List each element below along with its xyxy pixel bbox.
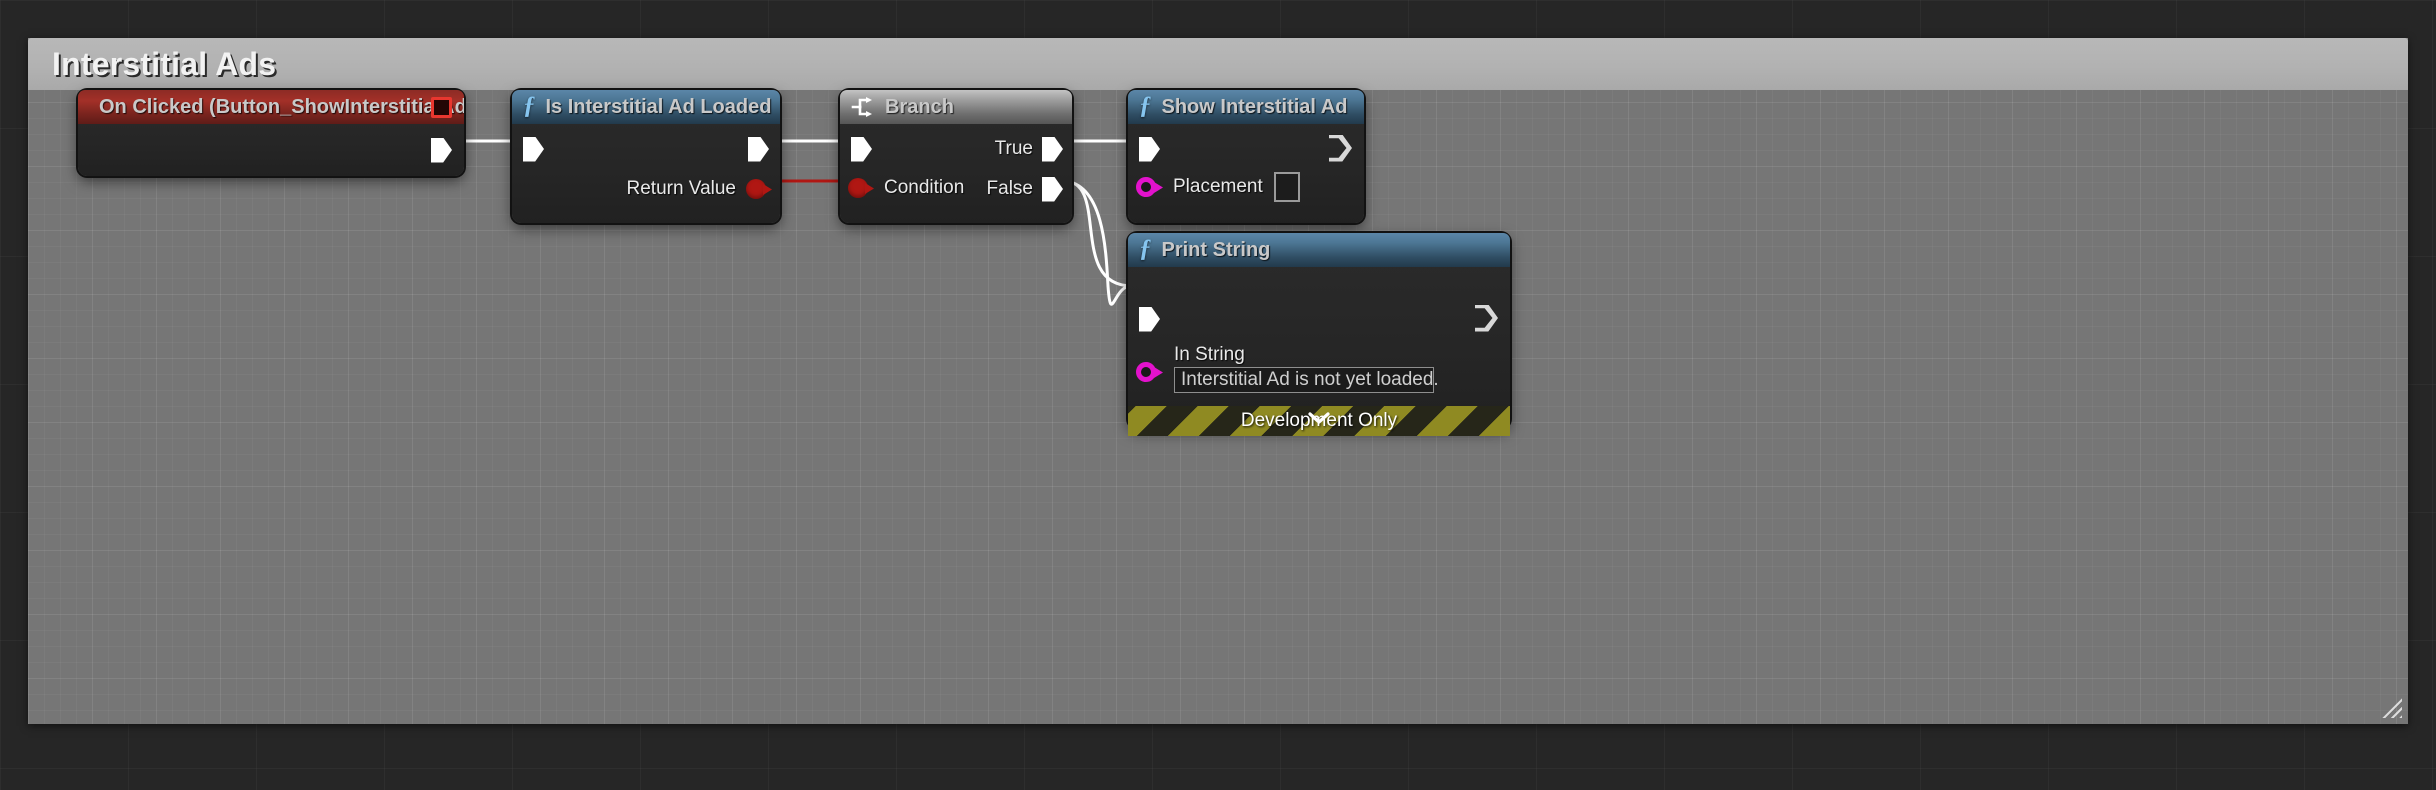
resize-grip-icon[interactable] [2382,698,2402,718]
bool-out-pin-icon[interactable] [746,178,772,200]
pin-in-string[interactable] [1136,359,1163,385]
node-body-show-ad: Placement [1128,124,1364,223]
pin-exec-in[interactable] [1139,306,1160,332]
pin-label-in-string: In String [1174,344,1245,365]
exec-out-false-pin-icon[interactable] [1042,176,1063,202]
pin-label-false: False [986,178,1033,199]
node-body-branch: Condition True False [840,124,1072,223]
string-in-pin-icon[interactable] [1136,176,1163,198]
pin-exec-out[interactable] [431,137,452,163]
function-f-icon: ƒ [1139,235,1152,262]
page-title: Interstitial Ads [52,46,277,82]
node-on-clicked-event[interactable]: On Clicked (Button_ShowInterstitialAd) [78,90,464,176]
exec-in-pin-icon[interactable] [523,136,544,162]
exec-in-pin-icon[interactable] [851,136,872,162]
node-branch[interactable]: Branch Condition True False [840,90,1072,223]
node-is-interstitial-ad-loaded[interactable]: ƒ Is Interstitial Ad Loaded Return Value [512,90,780,223]
node-body-on-clicked [78,124,464,176]
node-print-string[interactable]: ƒ Print String In String Interstitial Ad… [1128,233,1510,436]
exec-out-true-pin-icon[interactable] [1042,136,1063,162]
pin-exec-out[interactable] [1475,304,1498,332]
chevron-down-icon[interactable] [1306,411,1332,425]
exec-in-pin-icon[interactable] [1139,306,1160,332]
function-f-icon: ƒ [523,92,536,119]
pin-exec-out[interactable] [1329,134,1352,162]
pin-return-value[interactable]: Return Value [626,176,772,202]
pin-label-true: True [994,138,1033,159]
function-f-icon: ƒ [1139,92,1152,119]
pin-true[interactable]: True [995,136,1063,162]
node-header-print-string[interactable]: ƒ Print String [1128,233,1510,267]
node-header-is-loaded[interactable]: ƒ Is Interstitial Ad Loaded [512,90,780,124]
placement-value-input[interactable] [1273,172,1300,202]
blueprint-graph-panel[interactable]: Interstitial Ads On Clicked (Button_Show… [28,38,2408,724]
pin-exec-in[interactable] [851,136,872,162]
blueprint-editor-root: Interstitial Ads On Clicked (Button_Show… [0,0,2436,790]
wire-exec-false-to-printstring-main [1063,179,1133,288]
pin-exec-out[interactable] [748,136,769,162]
node-body-is-loaded: Return Value [512,124,780,223]
node-title: Is Interstitial Ad Loaded [545,95,772,118]
branch-icon [851,96,875,118]
pin-label-condition: Condition [884,177,965,198]
pin-label-return-value: Return Value [626,178,737,199]
exec-out-unconnected-pin-icon[interactable] [1329,134,1352,162]
stop-square-icon[interactable] [431,97,452,118]
wire-exec-false-to-printstring [1063,179,1133,306]
bool-in-pin-icon[interactable] [848,177,874,199]
pin-placement[interactable]: Placement [1136,172,1300,202]
exec-out-pin-icon[interactable] [748,136,769,162]
node-header-show-ad[interactable]: ƒ Show Interstitial Ad [1128,90,1364,124]
node-title: Show Interstitial Ad [1161,95,1348,118]
pin-exec-in[interactable] [1139,136,1160,162]
pin-condition[interactable]: Condition [848,175,964,201]
exec-in-pin-icon[interactable] [1139,136,1160,162]
exec-out-pin-icon[interactable] [431,137,452,163]
pin-false[interactable]: False [987,176,1063,202]
node-show-interstitial-ad[interactable]: ƒ Show Interstitial Ad Placement [1128,90,1364,223]
node-title: Print String [1161,238,1271,261]
pin-exec-in[interactable] [523,136,544,162]
graph-header-bar: Interstitial Ads [28,38,2408,90]
node-body-print-string: In String Interstitial Ad is not yet loa… [1128,267,1510,436]
node-header-branch[interactable]: Branch [840,90,1072,124]
in-string-value-input[interactable]: Interstitial Ad is not yet loaded. [1174,367,1439,393]
node-header-on-clicked[interactable]: On Clicked (Button_ShowInterstitialAd) [78,90,464,124]
string-in-pin-icon[interactable] [1136,361,1163,383]
pin-label-placement: Placement [1173,176,1263,197]
node-title: On Clicked (Button_ShowInterstitialAd) [99,95,464,118]
exec-out-unconnected-pin-icon[interactable] [1475,304,1498,332]
in-string-value-text: Interstitial Ad is not yet loaded. [1181,369,1439,390]
node-title: Branch [885,95,954,118]
